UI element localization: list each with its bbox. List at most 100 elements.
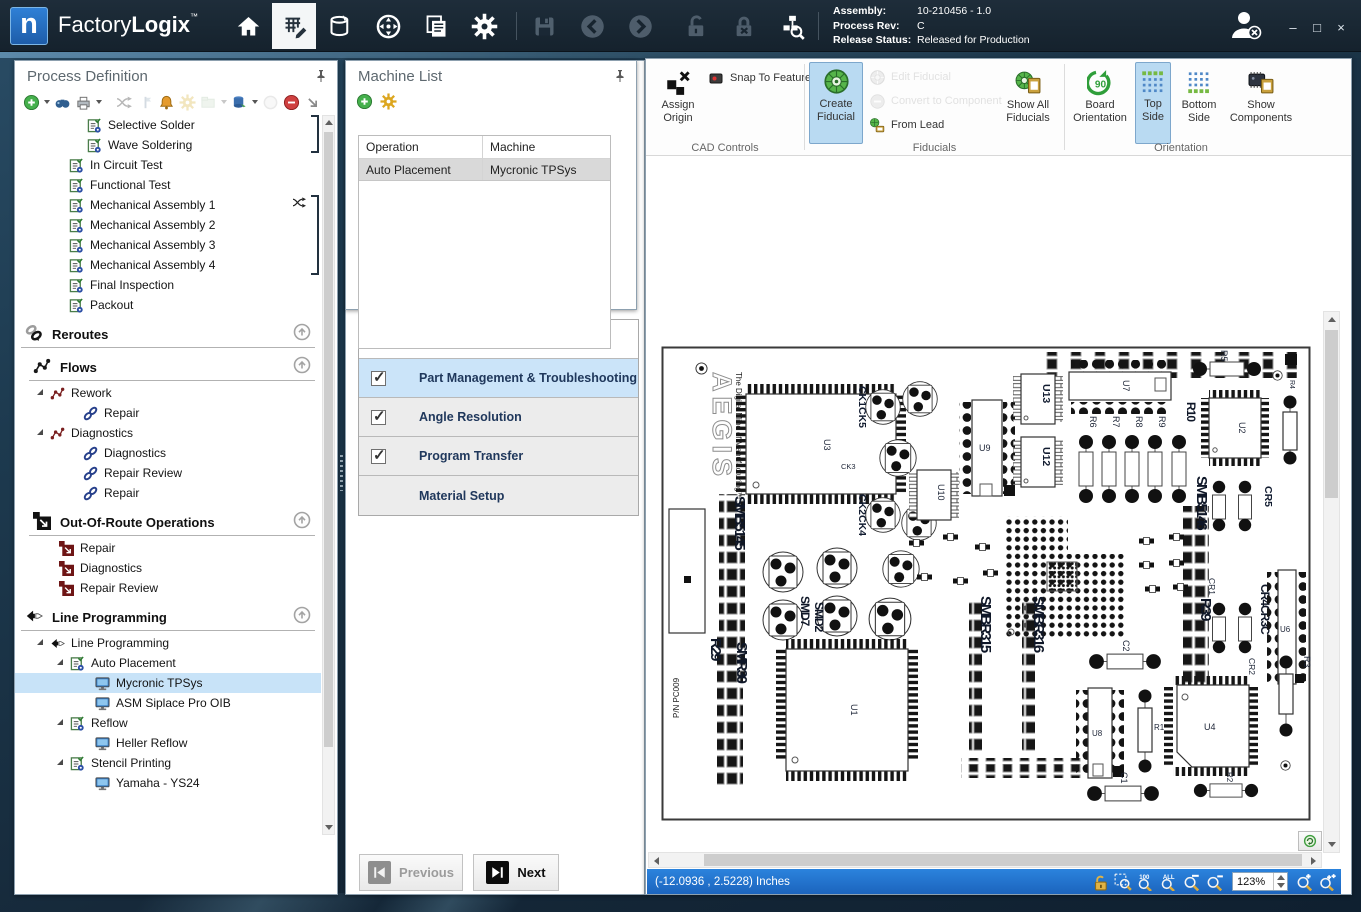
machine-table-row[interactable]: Auto Placement Mycronic TPSys — [359, 159, 610, 181]
app-logo[interactable]: n — [10, 7, 48, 45]
step-angle-resolution[interactable]: Angle Resolution — [359, 398, 638, 437]
documents-button[interactable] — [416, 8, 456, 44]
tree-item-wave-soldering[interactable]: Wave Soldering — [15, 135, 321, 155]
machine-settings-icon[interactable] — [380, 93, 397, 110]
step-part-management[interactable]: Part Management & Troubleshooting — [359, 359, 638, 398]
database-export-icon[interactable] — [231, 94, 248, 111]
pcb-component-u12[interactable]: U12 — [1013, 437, 1063, 487]
section-line-programming[interactable]: Line Programming — [21, 604, 315, 631]
print-dropdown-caret[interactable] — [96, 100, 102, 104]
viewer-horizontal-scrollbar[interactable] — [648, 852, 1322, 868]
pcb-component-u1[interactable]: U1 — [776, 639, 918, 781]
show-components-button[interactable]: Show Components — [1227, 63, 1295, 143]
collapse-up-icon[interactable] — [293, 323, 311, 341]
scrollbar-thumb[interactable] — [704, 854, 1302, 866]
scroll-down-arrow[interactable] — [325, 825, 333, 830]
tree-item-yamaha-ys24[interactable]: Yamaha - YS24 — [15, 773, 321, 793]
panel-splitter[interactable] — [340, 455, 343, 491]
tree-item-mechanical-assembly-2[interactable]: Mechanical Assembly 2 — [15, 215, 321, 235]
machine-table-header[interactable]: Operation Machine — [359, 136, 610, 159]
tree-item-auto-placement[interactable]: Auto Placement — [15, 653, 321, 673]
add-machine-icon[interactable] — [356, 93, 373, 110]
tree-item-line-programming-root[interactable]: Line Programming — [15, 633, 321, 653]
pcb-component-u10[interactable]: U10 — [909, 470, 959, 520]
tree-item-stencil-printing[interactable]: Stencil Printing — [15, 753, 321, 773]
tree-item-reflow[interactable]: Reflow — [15, 713, 321, 733]
tree-item-asm-siplace-pro-oib[interactable]: ASM Siplace Pro OIB — [15, 693, 321, 713]
convert-to-component-button[interactable]: Convert to Component — [869, 90, 1002, 112]
expander-icon[interactable] — [37, 639, 43, 645]
expander-icon[interactable] — [57, 759, 63, 765]
board-orientation-button[interactable]: 90 Board Orientation — [1069, 63, 1131, 143]
tree-item-in-circuit-test[interactable]: In Circuit Test — [15, 155, 321, 175]
assign-origin-button[interactable]: Assign Origin — [650, 63, 706, 139]
bottom-side-button[interactable]: Bottom Side — [1173, 63, 1225, 143]
minimize-button[interactable]: – — [1283, 20, 1303, 35]
process-search-button[interactable] — [772, 8, 812, 44]
pcb-board-view[interactable]: AEGIS The Digital Mind of Manufacturing™… — [661, 346, 1311, 821]
logout-user-button[interactable] — [1228, 8, 1264, 44]
step-checkbox[interactable] — [371, 449, 386, 464]
expand-corner-icon[interactable] — [304, 94, 321, 111]
print-icon[interactable] — [75, 94, 92, 111]
pcb-component-u9[interactable]: U9 — [959, 400, 1015, 496]
scroll-up-arrow[interactable] — [325, 120, 333, 125]
next-button[interactable]: Next — [473, 854, 559, 891]
pcb-component-u7[interactable]: U7 — [1069, 360, 1171, 414]
expander-icon[interactable] — [57, 659, 63, 665]
find-icon[interactable] — [54, 94, 71, 111]
tree-item-heller-reflow[interactable]: Heller Reflow — [15, 733, 321, 753]
collapse-up-icon[interactable] — [293, 511, 311, 529]
expander-icon[interactable] — [37, 389, 43, 395]
tree-item-oor-repair[interactable]: Repair — [15, 538, 321, 558]
tree-item-flow-rework-repair[interactable]: Repair — [15, 403, 321, 423]
top-side-button[interactable]: Top Side — [1135, 62, 1171, 144]
tree-item-mycronic-tpsys[interactable]: Mycronic TPSys — [15, 673, 321, 693]
step-material-setup[interactable]: Material Setup — [359, 476, 638, 515]
collapse-up-icon[interactable] — [293, 606, 311, 624]
forward-button[interactable] — [620, 8, 660, 44]
notify-icon[interactable] — [158, 94, 175, 111]
process-editor-button[interactable] — [272, 3, 316, 49]
scrollbar-thumb[interactable] — [1325, 330, 1338, 498]
pcb-component-u8[interactable]: U8 — [1076, 688, 1124, 778]
zoom-in-alt-icon[interactable] — [1319, 873, 1337, 891]
remove-icon[interactable] — [283, 94, 300, 111]
add-operation-icon[interactable] — [23, 94, 40, 111]
tree-item-oor-repair-review[interactable]: Repair Review — [15, 578, 321, 598]
tree-item-final-inspection[interactable]: Final Inspection — [15, 275, 321, 295]
pcb-component-u2[interactable]: U2 — [1201, 390, 1269, 466]
zoom-lock-icon[interactable] — [1091, 873, 1109, 891]
tree-item-mechanical-assembly-4[interactable]: Mechanical Assembly 4 — [15, 255, 321, 275]
process-tree-scrollbar[interactable] — [322, 115, 335, 835]
scroll-right-arrow[interactable] — [1311, 857, 1316, 865]
pcb-component-u13[interactable]: U13 — [1013, 374, 1063, 424]
show-all-fiducials-button[interactable]: Show All Fiducials — [997, 63, 1059, 143]
navigation-button[interactable] — [368, 8, 408, 44]
column-machine[interactable]: Machine — [483, 136, 610, 158]
scroll-left-arrow[interactable] — [654, 857, 659, 865]
tree-item-flow-rework[interactable]: Rework — [15, 383, 321, 403]
zoom-all-icon[interactable]: ALL — [1160, 873, 1178, 891]
section-flows[interactable]: Flows — [29, 354, 315, 381]
viewer-vertical-scrollbar[interactable] — [1323, 311, 1340, 853]
snap-to-feature-button[interactable]: Snap To Feature — [708, 67, 811, 89]
unlock-button[interactable] — [676, 8, 716, 44]
tree-item-selective-solder[interactable]: Selective Solder — [15, 115, 321, 135]
database-dropdown-caret[interactable] — [252, 100, 258, 104]
zoom-level-input[interactable]: 123% — [1232, 872, 1288, 891]
expander-icon[interactable] — [37, 429, 43, 435]
scrollbar-thumb[interactable] — [324, 132, 333, 747]
tree-item-functional-test[interactable]: Functional Test — [15, 175, 321, 195]
home-button[interactable] — [228, 8, 268, 44]
tree-item-mechanical-assembly-1[interactable]: Mechanical Assembly 1 — [15, 195, 321, 215]
edit-fiducial-button[interactable]: Edit Fiducial — [869, 66, 951, 88]
column-operation[interactable]: Operation — [359, 136, 483, 158]
zoom-window-icon[interactable] — [1114, 873, 1132, 891]
zoom-in-icon[interactable] — [1296, 873, 1314, 891]
scroll-up-arrow[interactable] — [1328, 317, 1336, 322]
back-button[interactable] — [572, 8, 612, 44]
expander-icon[interactable] — [57, 719, 63, 725]
lock-release-button[interactable] — [724, 8, 764, 44]
fit-view-button[interactable] — [1298, 831, 1322, 851]
